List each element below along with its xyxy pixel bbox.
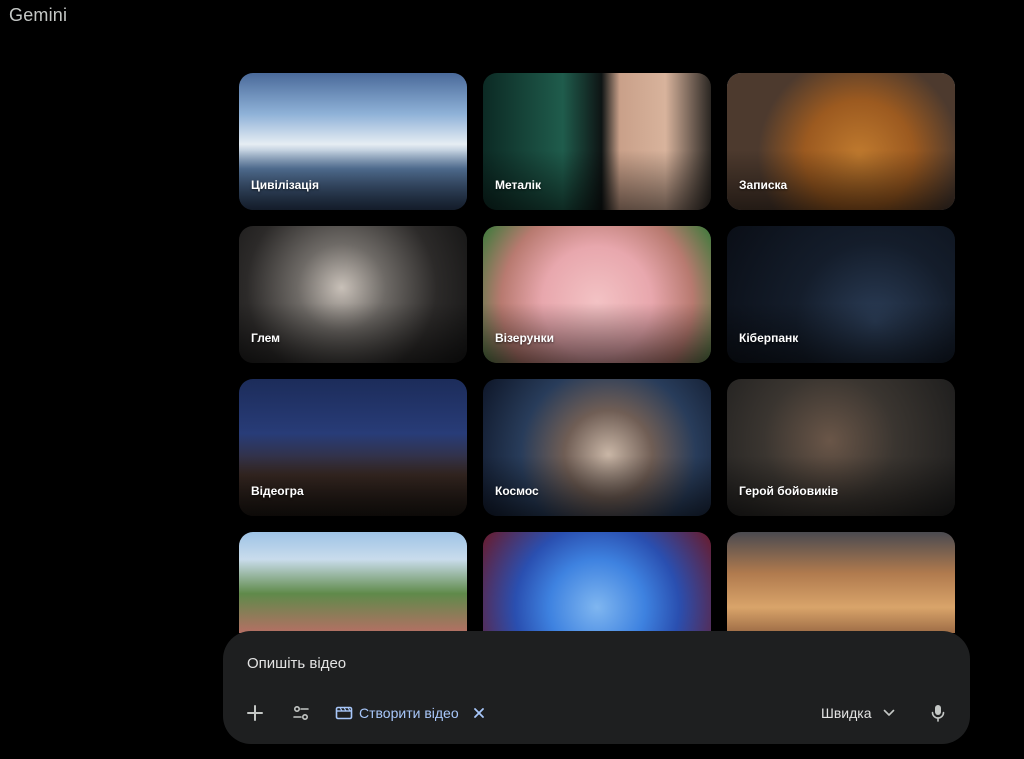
tile-label: Цивілізація: [251, 178, 320, 192]
style-tile-fantasy-garden[interactable]: [239, 532, 467, 633]
prompt-box: Опишіть відео Створити відео Швидка: [223, 631, 970, 744]
tile-label: Глем: [251, 331, 281, 345]
tile-label: Металік: [495, 178, 542, 192]
tile-thumbnail: [483, 532, 711, 633]
style-tile-action-hero[interactable]: Герой бойовиків: [727, 379, 955, 516]
tile-label: Записка: [739, 178, 788, 192]
style-tile-note[interactable]: Записка: [727, 73, 955, 210]
style-tile-videogame[interactable]: Відеогра: [239, 379, 467, 516]
video-style-gallery: Цивілізація Металік Записка Глем Візерун…: [239, 73, 955, 633]
style-tile-civilization[interactable]: Цивілізація: [239, 73, 467, 210]
style-tile-metallic[interactable]: Металік: [483, 73, 711, 210]
create-video-chip[interactable]: Створити відео: [335, 699, 485, 727]
chevron-down-icon: [883, 709, 895, 717]
tune-icon: [292, 704, 310, 722]
tile-label: Космос: [495, 484, 539, 498]
prompt-input[interactable]: Опишіть відео: [247, 655, 346, 672]
model-selector[interactable]: Швидка: [821, 699, 895, 727]
tile-label: Відеогра: [251, 484, 304, 498]
tile-label: Кіберпанк: [739, 331, 799, 345]
style-tile-miniature[interactable]: [727, 532, 955, 633]
tile-thumbnail: [239, 532, 467, 633]
style-tile-patterns[interactable]: Візерунки: [483, 226, 711, 363]
model-label: Швидка: [821, 705, 872, 721]
style-tile-glam[interactable]: Глем: [239, 226, 467, 363]
movie-icon: [335, 705, 353, 721]
prompt-toolbar: Створити відео Швидка: [223, 697, 970, 729]
microphone-button[interactable]: [922, 697, 954, 729]
style-tile-cartoon[interactable]: [483, 532, 711, 633]
tile-label: Візерунки: [495, 331, 554, 345]
tools-button[interactable]: [285, 697, 317, 729]
add-button[interactable]: [239, 697, 271, 729]
plus-icon: [246, 704, 264, 722]
app-title[interactable]: Gemini: [9, 5, 67, 26]
style-tile-cyberpunk[interactable]: Кіберпанк: [727, 226, 955, 363]
gallery-grid: Цивілізація Металік Записка Глем Візерун…: [239, 73, 955, 633]
style-tile-space[interactable]: Космос: [483, 379, 711, 516]
close-icon[interactable]: [473, 707, 485, 719]
tile-thumbnail: [727, 532, 955, 633]
chip-label: Створити відео: [359, 705, 459, 721]
tile-label: Герой бойовиків: [739, 484, 839, 498]
microphone-icon: [931, 704, 945, 722]
